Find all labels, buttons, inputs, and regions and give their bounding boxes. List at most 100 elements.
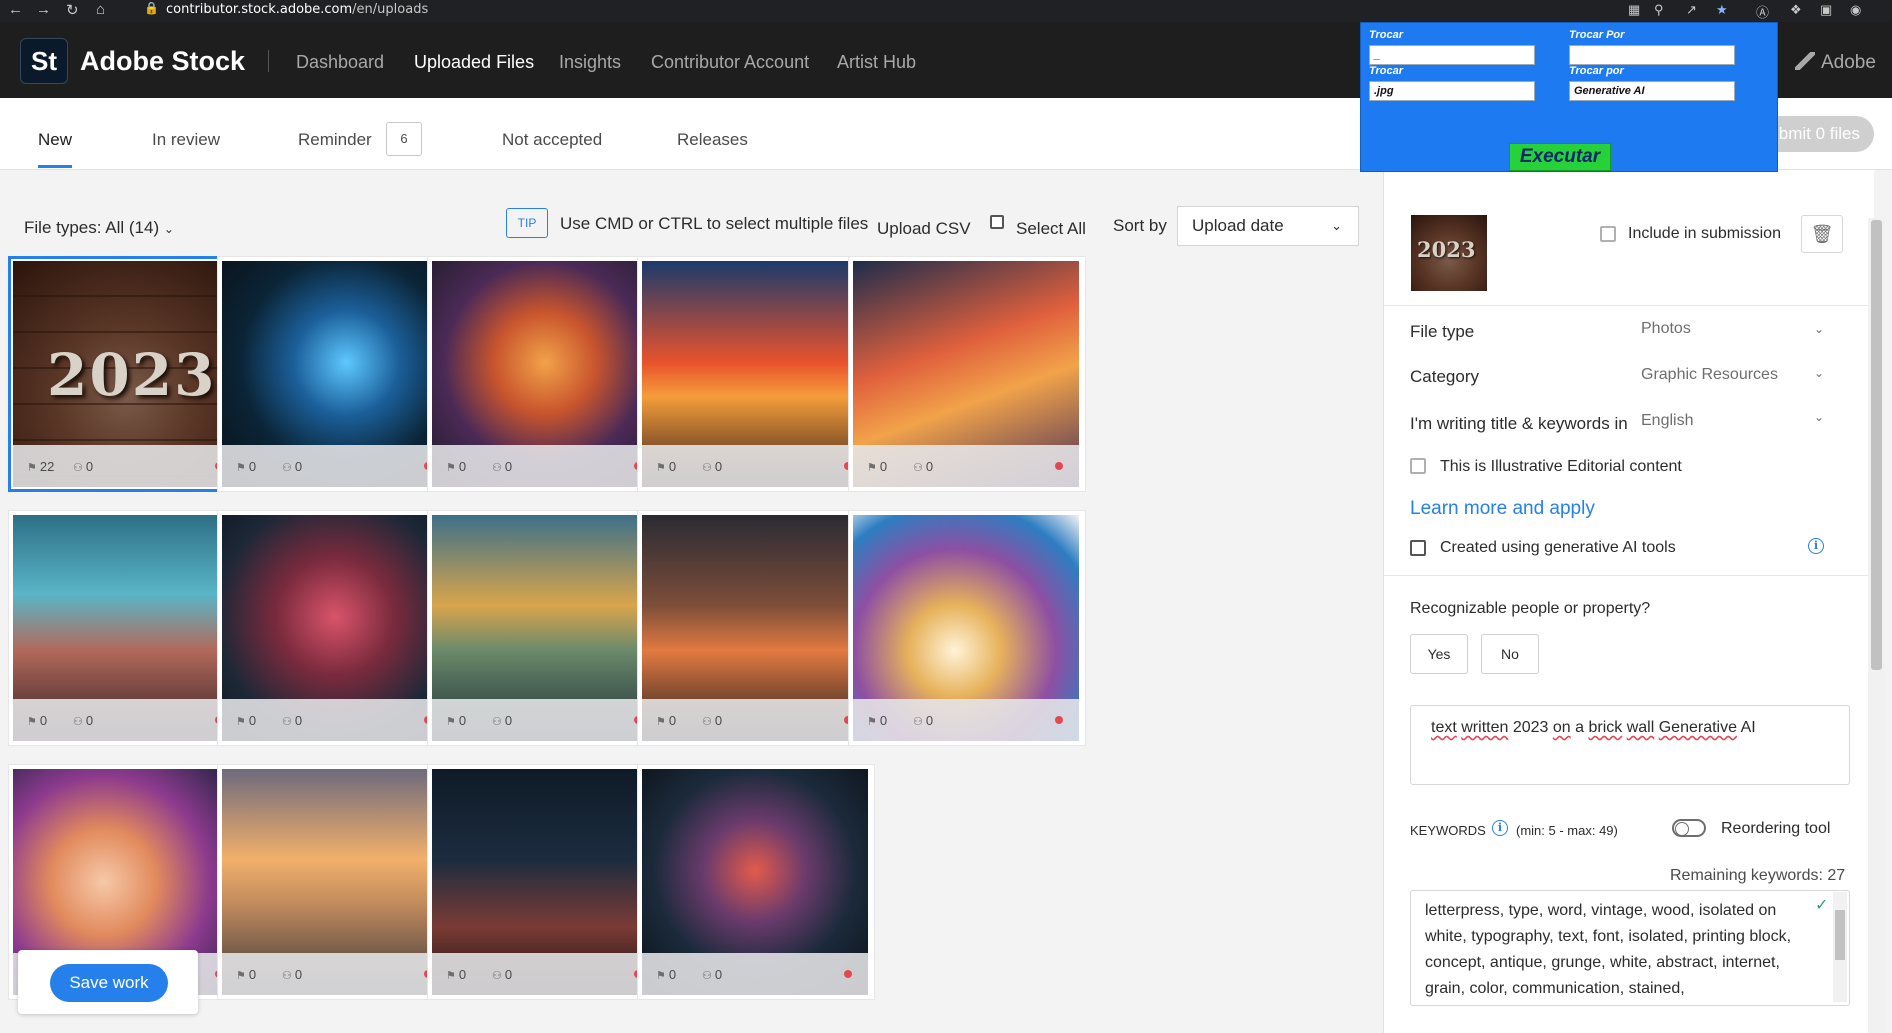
find-input-2[interactable]: .jpg — [1369, 81, 1535, 101]
nav-dashboard[interactable]: Dashboard — [296, 52, 384, 73]
people-count-value: 0 — [714, 459, 723, 474]
people-icon: ⚇ — [492, 462, 502, 474]
people-count: ⚇0 — [492, 713, 512, 728]
chevron-down-icon[interactable]: ⌄ — [1814, 322, 1824, 336]
address-bar[interactable]: contributor.stock.adobe.com/en/uploads — [166, 2, 428, 17]
nav-insights[interactable]: Insights — [559, 52, 621, 73]
people-count-value: 0 — [714, 967, 723, 982]
file-tile[interactable]: ⚑0 ⚇0 — [427, 510, 665, 746]
tab-reminder[interactable]: Reminder — [298, 130, 372, 150]
select-all-checkbox[interactable] — [990, 215, 1004, 229]
adobe-stock-logo[interactable]: St — [20, 38, 68, 84]
people-count-value: 0 — [504, 967, 513, 982]
file-tile[interactable]: ⚑0⚇0 — [848, 256, 1086, 492]
people-count: ⚇0 — [702, 459, 722, 474]
file-tile[interactable]: ⚑0⚇0 — [217, 510, 455, 746]
reordering-label: Reordering tool — [1721, 820, 1831, 837]
scrollbar-thumb[interactable] — [1871, 220, 1882, 670]
extensions-icon[interactable]: ❖ — [1790, 2, 1802, 18]
scrollbar-thumb[interactable] — [1835, 910, 1845, 960]
nav-artist-hub[interactable]: Artist Hub — [837, 52, 916, 73]
keyword-count-value: 0 — [668, 713, 677, 728]
panel-scrollbar[interactable] — [1868, 218, 1885, 1033]
file-type-select[interactable]: Photos — [1641, 320, 1691, 338]
tab-not-accepted[interactable]: Not accepted — [502, 130, 602, 150]
info-icon[interactable]: i — [1808, 538, 1824, 554]
reordering-toggle[interactable] — [1672, 819, 1706, 837]
no-button[interactable]: No — [1481, 634, 1539, 674]
tag-icon: ⚑ — [656, 716, 666, 728]
file-tile[interactable]: ⚑0⚇0 — [217, 256, 455, 492]
replace-input[interactable] — [1569, 45, 1735, 65]
tab-releases[interactable]: Releases — [677, 130, 748, 150]
thumbnail-overlay-text: 2023 — [1417, 237, 1476, 262]
status-dot — [1055, 716, 1063, 724]
profile-a-icon[interactable]: Ⓐ — [1756, 2, 1769, 21]
chevron-down-icon[interactable]: ⌄ — [1814, 410, 1824, 424]
replace-input-2[interactable]: Generative AI — [1569, 81, 1735, 101]
tile-footer: ⚑0⚇0 — [222, 445, 448, 487]
brand-name[interactable]: Adobe Stock — [80, 46, 245, 77]
info-icon[interactable]: i — [1492, 820, 1508, 836]
reload-icon[interactable]: ↻ — [66, 1, 79, 19]
find-input[interactable]: _ — [1369, 45, 1535, 65]
keyword-count: ⚑0 — [867, 459, 887, 474]
people-icon: ⚇ — [913, 716, 923, 728]
sort-select[interactable]: Upload date ⌄ — [1177, 206, 1359, 246]
file-tile[interactable]: ⚑0⚇0 — [848, 510, 1086, 746]
home-icon[interactable]: ⌂ — [96, 1, 105, 18]
adobe-link[interactable]: Adobe — [1795, 52, 1876, 74]
tag-icon: ⚑ — [867, 716, 877, 728]
trash-icon: 🗑 — [1810, 224, 1834, 244]
tab-new[interactable]: New — [38, 130, 72, 150]
zoom-icon[interactable]: ⚲ — [1654, 2, 1664, 18]
select-all-label[interactable]: Select All — [1016, 219, 1086, 239]
file-tile[interactable]: ⚑0⚇0 — [637, 764, 875, 1000]
avatar[interactable]: ◉ — [1850, 2, 1861, 18]
keyword-count: ⚑0 — [446, 459, 466, 474]
yes-button[interactable]: Yes — [1410, 634, 1468, 674]
sidepanel-icon[interactable]: ▣ — [1820, 2, 1832, 18]
people-icon: ⚇ — [702, 716, 712, 728]
forward-icon[interactable]: → — [36, 1, 51, 18]
generative-ai-checkbox[interactable] — [1410, 540, 1426, 556]
keyword-count: ⚑0 — [656, 713, 676, 728]
nav-uploaded-files[interactable]: Uploaded Files — [414, 52, 534, 73]
execute-button[interactable]: Executar — [1509, 143, 1611, 171]
keywords-scrollbar[interactable] — [1833, 892, 1847, 1002]
keywords-textarea[interactable]: letterpress, type, word, vintage, wood, … — [1410, 890, 1850, 1006]
nav-contributor-account[interactable]: Contributor Account — [651, 52, 809, 73]
bookmark-star-icon[interactable]: ★ — [1716, 2, 1728, 18]
keyword-count: ⚑0 — [446, 713, 466, 728]
people-question: Recognizable people or property? — [1410, 600, 1651, 617]
include-in-submission-checkbox[interactable] — [1600, 226, 1616, 242]
editorial-checkbox[interactable] — [1410, 458, 1426, 474]
save-work-button[interactable]: Save work — [50, 964, 168, 1002]
keyword-count: ⚑0 — [867, 713, 887, 728]
file-tile[interactable]: ⚑0 ⚇ 0 — [427, 256, 665, 492]
title-word: written — [1461, 719, 1509, 736]
share-icon[interactable]: ↗ — [1686, 2, 1697, 18]
file-tile[interactable]: ⚑0⚇0 — [637, 256, 875, 492]
file-tile[interactable]: 2023 ⚑ 22 ⚇ 0 — [8, 256, 246, 492]
chevron-down-icon[interactable]: ⌄ — [1814, 366, 1824, 380]
learn-more-link[interactable]: Learn more and apply — [1410, 498, 1595, 520]
keyword-count: ⚑0 — [27, 713, 47, 728]
title-input[interactable]: text written 2023 on a brick wall Genera… — [1410, 705, 1850, 785]
file-tile[interactable]: ⚑0⚇0 — [427, 764, 665, 1000]
upload-csv-button[interactable]: Upload CSV — [877, 219, 971, 239]
tab-in-review[interactable]: In review — [152, 130, 220, 150]
file-tile[interactable]: ⚑0 ⚇ 0 — [637, 510, 875, 746]
file-tile[interactable]: ⚑0⚇0 — [8, 510, 246, 746]
back-icon[interactable]: ← — [8, 1, 23, 18]
delete-file-button[interactable]: 🗑 — [1801, 215, 1843, 253]
keyword-count-value: 0 — [458, 459, 467, 474]
keyword-count-value: 0 — [248, 967, 257, 982]
category-select[interactable]: Graphic Resources — [1641, 366, 1778, 384]
keyword-count: ⚑0 — [236, 459, 256, 474]
file-types-filter[interactable]: File types: All (14) ⌄ — [24, 218, 174, 238]
translate-icon[interactable]: ▦ — [1628, 2, 1640, 18]
language-select[interactable]: English — [1641, 412, 1693, 430]
adobe-label: Adobe — [1821, 52, 1876, 73]
file-tile[interactable]: ⚑0⚇0 — [217, 764, 455, 1000]
